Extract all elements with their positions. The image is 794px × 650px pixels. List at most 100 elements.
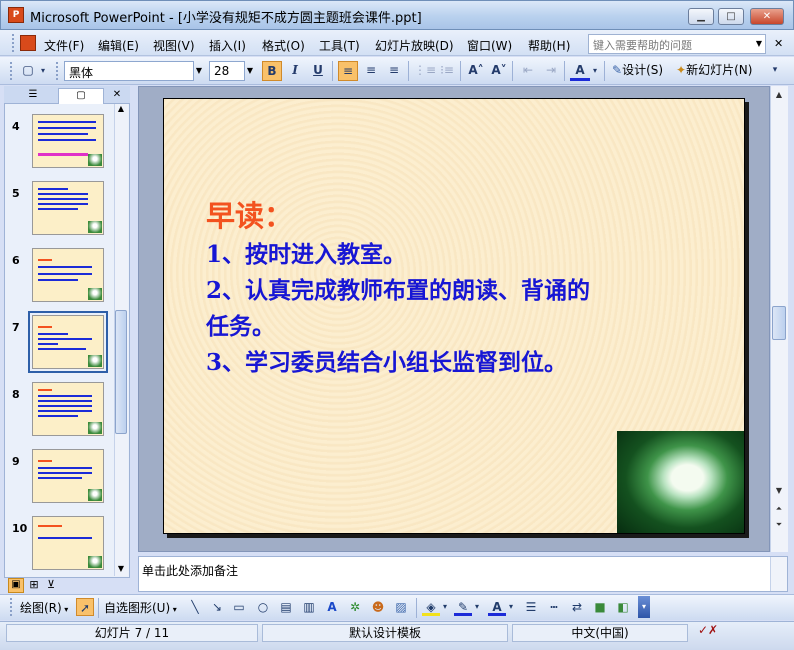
thumbnail-scroll-thumb[interactable]: [115, 310, 127, 434]
increase-indent-icon[interactable]: ⇥: [541, 61, 561, 81]
powerpoint-app-icon[interactable]: P: [8, 7, 24, 23]
autoshapes-button[interactable]: 自选图形(U) ▾: [104, 599, 177, 616]
slide-thumbnail-5[interactable]: [32, 181, 104, 235]
decrease-font-icon[interactable]: A˅: [489, 61, 509, 81]
oval-icon[interactable]: ○: [254, 598, 272, 616]
slide-line-3[interactable]: 任务。: [206, 307, 275, 341]
slide-line-4[interactable]: 3、学习委员结合小组长监督到位。: [206, 343, 567, 377]
draw-menu-button[interactable]: 绘图(R) ▾: [20, 599, 68, 616]
menu-tools[interactable]: 工具(T): [319, 37, 360, 54]
slideshow-view-icon[interactable]: ⊻: [43, 578, 59, 593]
toolbar-options-icon[interactable]: ▾: [38, 61, 48, 81]
font-color-icon[interactable]: A: [570, 61, 590, 81]
menu-grip[interactable]: [12, 34, 16, 52]
font-color-dropdown-icon[interactable]: ▾: [590, 61, 600, 81]
tab-slides-icon[interactable]: ▢: [58, 88, 104, 104]
font-name-combo[interactable]: 黑体: [64, 61, 194, 81]
tab-outline-icon[interactable]: ☰: [8, 88, 58, 104]
fill-dropdown-icon[interactable]: ▾: [440, 598, 450, 616]
lotus-flower-image[interactable]: [617, 431, 744, 533]
clipart-icon[interactable]: ☻: [369, 598, 387, 616]
underline-button[interactable]: U: [308, 61, 328, 81]
3d-style-icon[interactable]: ◧: [614, 598, 632, 616]
drawbar-overflow-icon[interactable]: ▾: [638, 596, 650, 618]
doc-close-icon[interactable]: ✕: [774, 37, 783, 50]
scroll-up-icon[interactable]: ▲: [114, 104, 128, 116]
menu-insert[interactable]: 插入(I): [209, 37, 246, 54]
wordart-icon[interactable]: A: [323, 598, 341, 616]
decrease-indent-icon[interactable]: ⇤: [518, 61, 538, 81]
slide-scroll-thumb[interactable]: [772, 306, 786, 340]
font-color-draw-icon[interactable]: A: [488, 598, 506, 616]
status-template[interactable]: 默认设计模板: [262, 624, 508, 642]
normal-view-icon[interactable]: ▣: [8, 578, 24, 593]
align-center-icon[interactable]: ≡: [361, 61, 381, 81]
picture-icon[interactable]: ▨: [392, 598, 410, 616]
dash-style-icon[interactable]: ┅: [545, 598, 563, 616]
bold-button[interactable]: B: [262, 61, 282, 81]
line-style-icon[interactable]: ☰: [522, 598, 540, 616]
shadow-style-icon[interactable]: ■: [591, 598, 609, 616]
slide-thumbnail-8[interactable]: [32, 382, 104, 436]
menu-view[interactable]: 视图(V): [153, 37, 195, 54]
bullets-icon[interactable]: ⁝≡: [437, 61, 457, 81]
slide-heading[interactable]: 早读：: [206, 193, 293, 235]
panel-close-icon[interactable]: ✕: [108, 88, 126, 104]
menu-help[interactable]: 帮助(H): [528, 37, 570, 54]
menu-edit[interactable]: 编辑(E): [98, 37, 139, 54]
slide-thumbnail-4[interactable]: [32, 114, 104, 168]
menu-file[interactable]: 文件(F): [44, 37, 84, 54]
notes-scrollbar[interactable]: [770, 557, 787, 591]
diagram-icon[interactable]: ✲: [346, 598, 364, 616]
new-slide-button[interactable]: ✦新幻灯片(N): [674, 61, 766, 81]
previous-slide-icon[interactable]: ⏶: [772, 502, 786, 516]
slide-sorter-icon[interactable]: ⊞: [26, 578, 42, 593]
menu-slideshow[interactable]: 幻灯片放映(D): [375, 37, 454, 54]
minimize-button[interactable]: ▁: [688, 8, 714, 25]
scroll-down-icon[interactable]: ▼: [772, 484, 786, 498]
help-dropdown-icon[interactable]: ▼: [752, 34, 766, 54]
slide-thumbnail-6[interactable]: [32, 248, 104, 302]
slide-line-1[interactable]: 1、按时进入教室。: [206, 235, 406, 269]
toolbar-grip-2[interactable]: [56, 62, 60, 80]
select-objects-icon[interactable]: ➚: [76, 598, 94, 616]
design-button[interactable]: ✎设计(S): [610, 61, 670, 81]
italic-button[interactable]: I: [285, 61, 305, 81]
vertical-textbox-icon[interactable]: ▥: [300, 598, 318, 616]
arrow-icon[interactable]: ↘: [208, 598, 226, 616]
menu-window[interactable]: 窗口(W): [467, 37, 512, 54]
fill-color-icon[interactable]: ◈: [422, 598, 440, 616]
slide-thumbnail-10[interactable]: [32, 516, 104, 570]
document-icon[interactable]: [20, 35, 36, 51]
font-size-dropdown-icon[interactable]: ▼: [244, 62, 256, 80]
slide-line-2[interactable]: 2、认真完成教师布置的朗读、背诵的: [206, 271, 590, 305]
help-search-input[interactable]: 键入需要帮助的问题: [588, 34, 766, 54]
spelling-status-icon[interactable]: ✓✗: [698, 623, 718, 637]
slide-thumbnail-7[interactable]: [28, 311, 108, 373]
notes-placeholder[interactable]: 单击此处添加备注: [142, 562, 238, 579]
new-document-icon[interactable]: ▢: [18, 61, 38, 81]
toolbar-overflow-icon[interactable]: ▾: [768, 61, 782, 81]
scroll-up-icon[interactable]: ▲: [772, 88, 786, 102]
close-button[interactable]: ✕: [750, 8, 784, 25]
increase-font-icon[interactable]: A˄: [466, 61, 486, 81]
font-name-dropdown-icon[interactable]: ▼: [193, 62, 205, 80]
arrow-style-icon[interactable]: ⇄: [568, 598, 586, 616]
line-icon[interactable]: ╲: [186, 598, 204, 616]
next-slide-icon[interactable]: ⏷: [772, 518, 786, 532]
slide-thumbnail-9[interactable]: [32, 449, 104, 503]
scroll-down-icon[interactable]: ▼: [114, 564, 128, 576]
toolbar-grip[interactable]: [10, 62, 14, 80]
slide-canvas[interactable]: 早读： 1、按时进入教室。 2、认真完成教师布置的朗读、背诵的 任务。 3、学习…: [163, 98, 745, 534]
menu-format[interactable]: 格式(O): [262, 37, 305, 54]
textbox-icon[interactable]: ▤: [277, 598, 295, 616]
rectangle-icon[interactable]: ▭: [230, 598, 248, 616]
align-right-icon[interactable]: ≡: [384, 61, 404, 81]
line-color-icon[interactable]: ✎: [454, 598, 472, 616]
align-left-icon[interactable]: ≡: [338, 61, 358, 81]
line-color-dropdown-icon[interactable]: ▾: [472, 598, 482, 616]
maximize-button[interactable]: □: [718, 8, 744, 25]
font-size-combo[interactable]: 28: [209, 61, 245, 81]
font-color-draw-dropdown-icon[interactable]: ▾: [506, 598, 516, 616]
numbering-icon[interactable]: ⋮≡: [414, 61, 436, 81]
